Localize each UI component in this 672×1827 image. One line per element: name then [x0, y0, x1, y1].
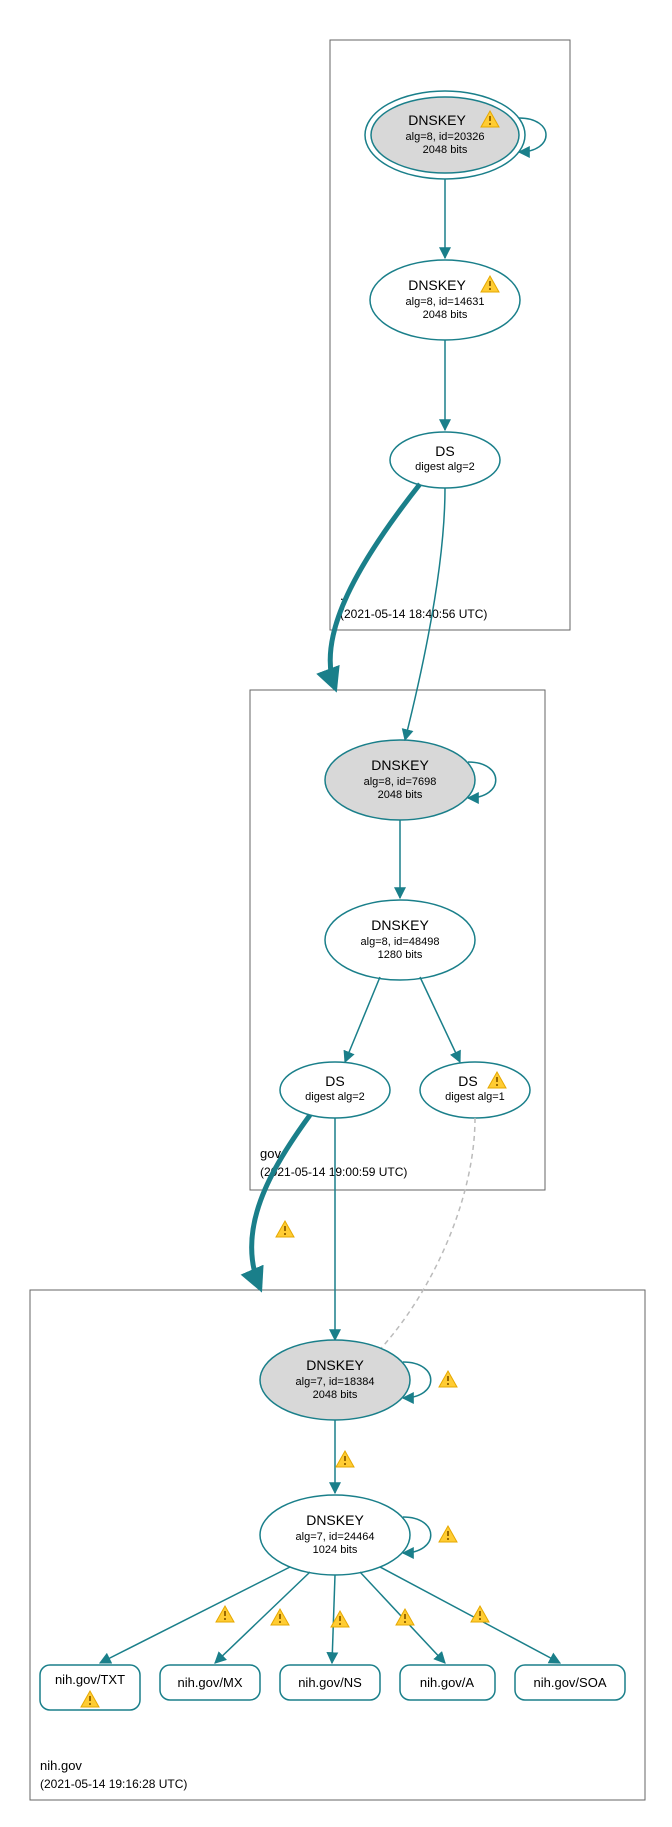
root-zsk-bits: 2048 bits [423, 309, 468, 321]
node-gov-ksk: DNSKEY alg=8, id=7698 2048 bits [325, 740, 475, 820]
root-ksk-alg: alg=8, id=20326 [406, 131, 485, 143]
edge-gov-ds2-nih-ksk-dashed [370, 1118, 475, 1360]
edge-gov-zsk-ds2 [420, 977, 460, 1062]
edge-nih-zsk-txt [100, 1567, 290, 1663]
gov-zsk-title: DNSKEY [371, 917, 429, 933]
gov-ds2-title: DS [458, 1073, 477, 1089]
node-root-ksk: DNSKEY alg=8, id=20326 2048 bits [365, 91, 525, 179]
warning-icon [276, 1221, 294, 1237]
root-ds-alg: digest alg=2 [415, 461, 475, 473]
svg-text:DNSKEY: DNSKEY [408, 277, 466, 293]
nih-zsk-bits: 1024 bits [313, 1544, 358, 1556]
node-root-ds: DS digest alg=2 [390, 432, 500, 488]
warning-icon [271, 1609, 289, 1625]
gov-ds1-title: DS [325, 1073, 344, 1089]
warning-icon [336, 1451, 354, 1467]
nih-ksk-alg: alg=7, id=18384 [296, 1376, 375, 1388]
nih-ksk-title: DNSKEY [306, 1357, 364, 1373]
nih-mx-label: nih.gov/MX [177, 1675, 242, 1690]
nih-a-label: nih.gov/A [420, 1675, 475, 1690]
svg-text:DS: DS [458, 1073, 477, 1089]
node-nih-txt: nih.gov/TXT [40, 1665, 140, 1710]
warning-icon [439, 1526, 457, 1542]
edge-deleg-root-gov-thick [330, 484, 420, 688]
zone-root: . (2021-05-14 18:40:56 UTC) DNSKEY alg=8… [330, 40, 570, 630]
node-gov-zsk: DNSKEY alg=8, id=48498 1280 bits [325, 900, 475, 980]
gov-ksk-title: DNSKEY [371, 757, 429, 773]
node-root-zsk: DNSKEY alg=8, id=14631 2048 bits [370, 260, 520, 340]
node-nih-a: nih.gov/A [400, 1665, 495, 1700]
warning-icon [216, 1606, 234, 1622]
zone-root-ts: (2021-05-14 18:40:56 UTC) [340, 607, 487, 621]
gov-zsk-alg: alg=8, id=48498 [361, 936, 440, 948]
node-nih-soa: nih.gov/SOA [515, 1665, 625, 1700]
nih-ksk-bits: 2048 bits [313, 1389, 358, 1401]
zone-nih: nih.gov (2021-05-14 19:16:28 UTC) DNSKEY… [30, 1115, 645, 1800]
gov-ksk-bits: 2048 bits [378, 789, 423, 801]
root-ksk-title: DNSKEY [408, 112, 466, 128]
edge-nih-zsk-ns [332, 1575, 335, 1663]
root-zsk-title: DNSKEY [408, 277, 466, 293]
nih-ns-label: nih.gov/NS [298, 1675, 362, 1690]
zone-gov-ts: (2021-05-14 19:00:59 UTC) [260, 1165, 407, 1179]
node-gov-ds2: DS digest alg=1 [420, 1062, 530, 1118]
edge-gov-zsk-ds1 [345, 977, 380, 1062]
node-nih-mx: nih.gov/MX [160, 1665, 260, 1700]
gov-ds2-alg: digest alg=1 [445, 1091, 505, 1103]
warning-icon [396, 1609, 414, 1625]
root-zsk-alg: alg=8, id=14631 [406, 296, 485, 308]
warning-icon [471, 1606, 489, 1622]
nih-zsk-title: DNSKEY [306, 1512, 364, 1528]
node-nih-zsk: DNSKEY alg=7, id=24464 1024 bits [260, 1495, 410, 1575]
node-nih-ns: nih.gov/NS [280, 1665, 380, 1700]
nih-zsk-alg: alg=7, id=24464 [296, 1531, 375, 1543]
nih-soa-label: nih.gov/SOA [534, 1675, 607, 1690]
edge-deleg-gov-nih-thick [252, 1115, 310, 1288]
gov-ds1-alg: digest alg=2 [305, 1091, 365, 1103]
zone-gov: gov (2021-05-14 19:00:59 UTC) DNSKEY alg… [250, 484, 545, 1190]
root-ds-title: DS [435, 443, 454, 459]
gov-zsk-bits: 1280 bits [378, 949, 423, 961]
nih-txt-label: nih.gov/TXT [55, 1672, 125, 1687]
node-nih-ksk: DNSKEY alg=7, id=18384 2048 bits [260, 1340, 410, 1420]
warning-icon [439, 1371, 457, 1387]
node-gov-ds1: DS digest alg=2 [280, 1062, 390, 1118]
gov-ksk-alg: alg=8, id=7698 [364, 776, 437, 788]
svg-text:DNSKEY: DNSKEY [408, 112, 466, 128]
zone-nih-label: nih.gov [40, 1758, 82, 1773]
zone-nih-ts: (2021-05-14 19:16:28 UTC) [40, 1777, 187, 1791]
root-ksk-bits: 2048 bits [423, 144, 468, 156]
